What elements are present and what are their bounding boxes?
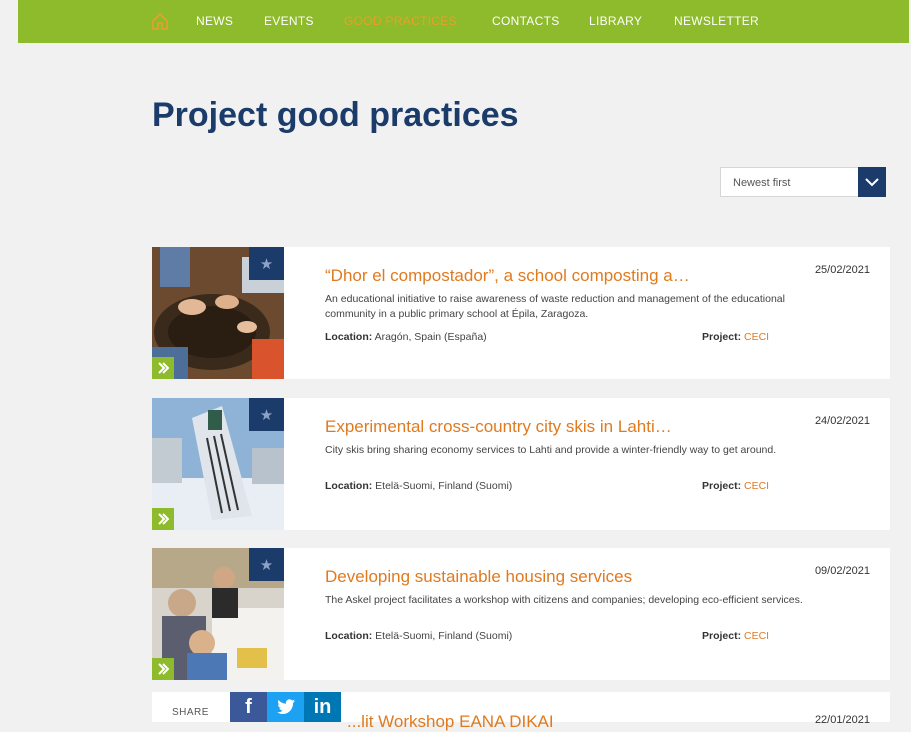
top-navigation: NEWS EVENTS GOOD PRACTICES CONTACTS LIBR… [18, 0, 909, 43]
practice-date: 22/01/2021 [814, 714, 870, 726]
sort-selected-value: Newest first [733, 177, 791, 189]
practice-date: 24/02/2021 [814, 415, 870, 427]
nav-good-practices[interactable]: GOOD PRACTICES [344, 14, 457, 28]
practice-location: Location: Etelä-Suomi, Finland (Suomi) [325, 630, 512, 642]
nav-events[interactable]: EVENTS [264, 14, 314, 28]
project-link[interactable]: CECI [744, 630, 769, 642]
practice-thumbnail[interactable]: ★ [152, 398, 284, 530]
location-value: Etelä-Suomi, Finland (Suomi) [375, 630, 513, 642]
facebook-icon[interactable]: f [230, 692, 267, 722]
practice-card[interactable]: ★ Developing sustainable housing service… [152, 548, 890, 680]
practice-location: Location: Aragón, Spain (España) [325, 331, 487, 343]
location-value: Etelä-Suomi, Finland (Suomi) [375, 480, 513, 492]
chevron-down-icon[interactable] [858, 167, 886, 197]
project-link[interactable]: CECI [744, 331, 769, 343]
nav-contacts[interactable]: CONTACTS [492, 14, 560, 28]
star-icon[interactable]: ★ [249, 548, 284, 581]
practice-description: The Askel project facilitates a workshop… [325, 594, 803, 606]
practice-title[interactable]: Developing sustainable housing services [325, 567, 632, 587]
project-label: Project: [702, 630, 742, 642]
home-icon[interactable] [151, 12, 169, 30]
twitter-icon[interactable] [267, 692, 304, 722]
practice-title[interactable]: “Dhor el compostador”, a school composti… [325, 266, 690, 286]
practice-card[interactable]: ★ Experimental cross-country city skis i… [152, 398, 890, 530]
nav-library[interactable]: LIBRARY [589, 14, 642, 28]
practice-description: An educational initiative to raise aware… [325, 293, 785, 320]
good-practice-type-icon [152, 357, 174, 379]
nav-news[interactable]: NEWS [196, 14, 233, 28]
practice-description: City skis bring sharing economy services… [325, 444, 777, 456]
linkedin-icon[interactable]: in [304, 692, 341, 722]
location-value: Aragón, Spain (España) [374, 331, 487, 343]
page-title: Project good practices [152, 96, 519, 134]
location-label: Location: [325, 480, 373, 492]
practice-card[interactable]: ★ “Dhor el compostador”, a school compos… [152, 247, 890, 379]
nav-newsletter[interactable]: NEWSLETTER [674, 14, 759, 28]
practice-project: Project: CECI [702, 480, 769, 492]
good-practice-type-icon [152, 508, 174, 530]
practice-date: 25/02/2021 [814, 264, 870, 276]
project-link[interactable]: CECI [744, 480, 769, 492]
good-practice-type-icon [152, 658, 174, 680]
share-bar: SHARE f in ...lit Workshop EANA DIKAI 22… [152, 692, 890, 731]
practice-thumbnail[interactable]: ★ [152, 548, 284, 680]
star-icon[interactable]: ★ [249, 247, 284, 280]
project-label: Project: [702, 480, 742, 492]
practice-date: 09/02/2021 [814, 565, 870, 577]
sort-select[interactable]: Newest first [720, 167, 886, 197]
practice-thumbnail[interactable]: ★ [152, 247, 284, 379]
practice-project: Project: CECI [702, 331, 769, 343]
practice-project: Project: CECI [702, 630, 769, 642]
practice-title[interactable]: Experimental cross-country city skis in … [325, 417, 672, 437]
practice-location: Location: Etelä-Suomi, Finland (Suomi) [325, 480, 512, 492]
star-icon[interactable]: ★ [249, 398, 284, 431]
practice-title[interactable]: ...lit Workshop EANA DIKAI [347, 712, 554, 732]
share-label: SHARE [172, 707, 209, 718]
project-label: Project: [702, 331, 742, 343]
location-label: Location: [325, 331, 373, 343]
location-label: Location: [325, 630, 373, 642]
